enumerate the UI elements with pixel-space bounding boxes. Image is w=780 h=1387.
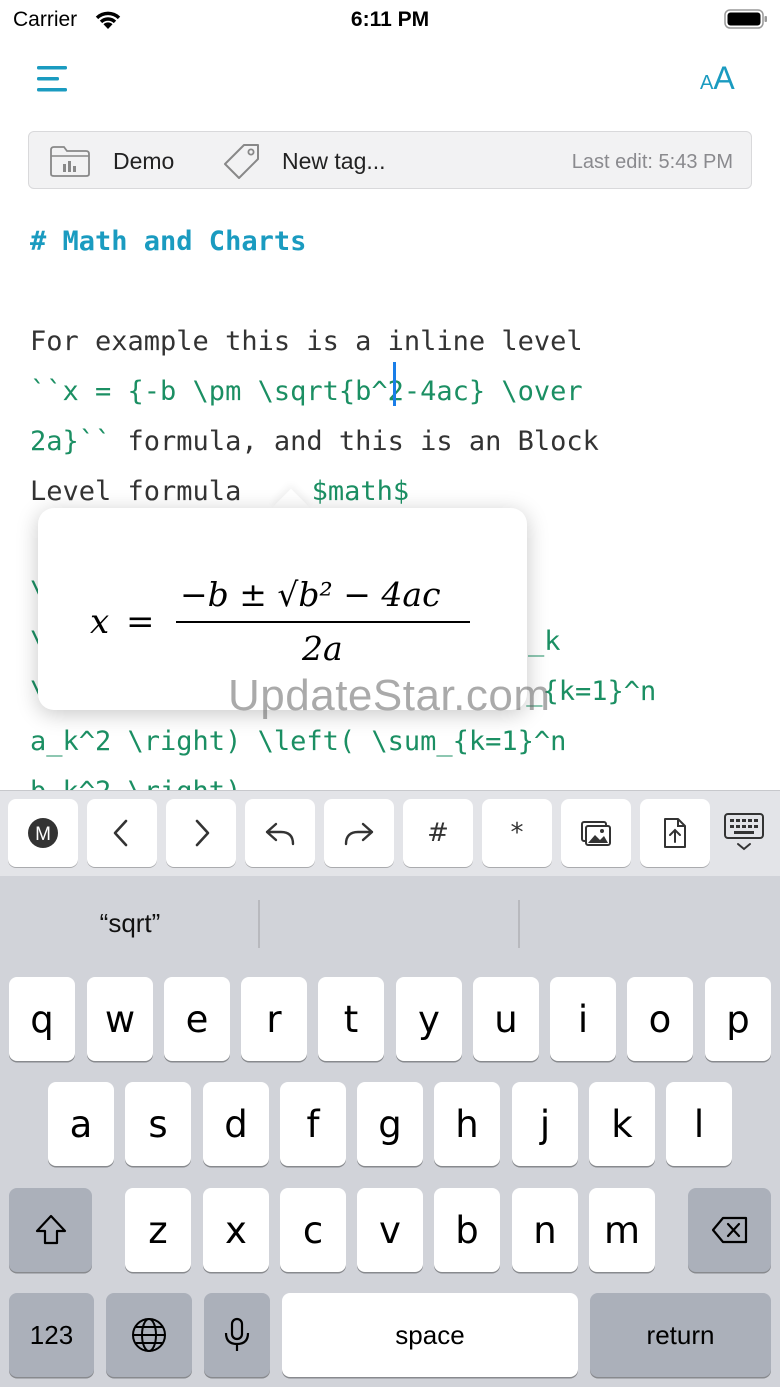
note-meta-bar: Demo New tag... Last edit: 5:43 PM (28, 131, 752, 189)
upload-file-button[interactable] (640, 799, 710, 867)
photos-icon (581, 821, 611, 846)
folder-label[interactable]: Demo (113, 148, 174, 175)
tag-icon[interactable] (222, 142, 262, 180)
font-small-glyph: A (700, 72, 714, 94)
key-y[interactable]: y (396, 977, 462, 1061)
editor-line: 2a}`` formula, and this is an Block (30, 422, 599, 462)
shift-key[interactable] (9, 1188, 92, 1272)
key-o[interactable]: o (627, 977, 693, 1061)
insert-image-button[interactable] (561, 799, 631, 867)
editor-line: For example this is a inline level (30, 326, 583, 357)
cursor-right-button[interactable] (166, 799, 236, 867)
key-e[interactable]: e (164, 977, 230, 1061)
font-big-glyph: A (713, 60, 735, 96)
predictive-bar: “sqrt” (0, 876, 780, 974)
m-circle-icon: M (28, 818, 58, 848)
globe-key[interactable] (106, 1293, 192, 1377)
key-i[interactable]: i (550, 977, 616, 1061)
last-edit-label: Last edit: 5:43 PM (571, 151, 733, 173)
keyboard-dismiss-icon[interactable] (722, 809, 766, 855)
key-z[interactable]: z (125, 1188, 191, 1272)
key-r[interactable]: r (241, 977, 307, 1061)
chevron-left-icon (113, 819, 128, 847)
dictation-key[interactable] (204, 1293, 270, 1377)
editor-text: formula, and this is an Block (111, 426, 599, 457)
key-a[interactable]: a (48, 1082, 114, 1166)
shift-icon (35, 1214, 66, 1245)
suggestion-divider (258, 900, 260, 948)
key-n[interactable]: n (512, 1188, 578, 1272)
editor-line: Level formula $math$ (30, 472, 409, 512)
key-w[interactable]: w (87, 977, 153, 1061)
formula-numerator: −b ± √b² − 4ac (180, 575, 441, 614)
key-l[interactable]: l (666, 1082, 732, 1166)
key-m[interactable]: m (589, 1188, 655, 1272)
chevron-right-icon (195, 819, 210, 847)
key-j[interactable]: j (512, 1082, 578, 1166)
return-key[interactable]: return (590, 1293, 771, 1377)
key-k[interactable]: k (589, 1082, 655, 1166)
editor-line: a_k^2 \right) \left( \sum_{k=1}^n (30, 726, 567, 757)
key-f[interactable]: f (280, 1082, 346, 1166)
menu-icon[interactable] (34, 63, 70, 95)
key-g[interactable]: g (357, 1082, 423, 1166)
m-glyph: M (35, 824, 51, 845)
editor-line: _k (528, 626, 561, 657)
key-b[interactable]: b (434, 1188, 500, 1272)
formula-lhs: x (90, 602, 109, 642)
backspace-icon (711, 1216, 747, 1244)
key-d[interactable]: d (203, 1082, 269, 1166)
math-marker: $math$ (295, 476, 410, 507)
watermark: UpdateStar.com (228, 671, 551, 720)
key-h[interactable]: h (434, 1082, 500, 1166)
battery-icon (724, 9, 767, 29)
key-q[interactable]: q (9, 977, 75, 1061)
folder-icon[interactable] (49, 144, 91, 178)
microphone-icon (224, 1317, 250, 1351)
redo-button[interactable] (324, 799, 394, 867)
key-t[interactable]: t (318, 977, 384, 1061)
key-c[interactable]: c (280, 1188, 346, 1272)
formula-denominator: 2a (301, 629, 343, 668)
markdown-menu-button[interactable]: M (8, 799, 78, 867)
key-u[interactable]: u (473, 977, 539, 1061)
file-upload-icon (664, 818, 686, 848)
key-x[interactable]: x (203, 1188, 269, 1272)
delete-key[interactable] (688, 1188, 771, 1272)
undo-icon (265, 822, 295, 846)
numbers-key[interactable]: 123 (9, 1293, 94, 1377)
cursor-left-button[interactable] (87, 799, 157, 867)
editor-line: ``x = {-b \pm \sqrt{b^2-4ac} \over (30, 376, 583, 407)
editor-heading-line: # Math and Charts (30, 226, 307, 257)
new-tag-label[interactable]: New tag... (282, 148, 386, 175)
clock: 6:11 PM (350, 8, 430, 31)
undo-button[interactable] (245, 799, 315, 867)
key-p[interactable]: p (705, 977, 771, 1061)
text-caret (393, 362, 396, 406)
suggestion-item[interactable]: “sqrt” (0, 908, 260, 939)
emphasis-button[interactable]: * (482, 799, 552, 867)
key-s[interactable]: s (125, 1082, 191, 1166)
status-bar: Carrier 6:11 PM (0, 0, 780, 40)
editor-text: Level formula (30, 476, 242, 507)
heading-button[interactable]: # (403, 799, 473, 867)
globe-icon (132, 1318, 166, 1352)
suggestion-divider (518, 900, 520, 948)
editor-line: b_k^2 \right) (30, 772, 241, 790)
editor-toolbar: M # * (0, 790, 780, 876)
font-size-button[interactable]: AA (700, 60, 735, 100)
key-v[interactable]: v (357, 1188, 423, 1272)
inline-code-end: 2a}`` (30, 426, 112, 457)
formula-equals: = (126, 602, 155, 642)
redo-icon (344, 822, 374, 846)
space-key[interactable]: space (282, 1293, 578, 1377)
